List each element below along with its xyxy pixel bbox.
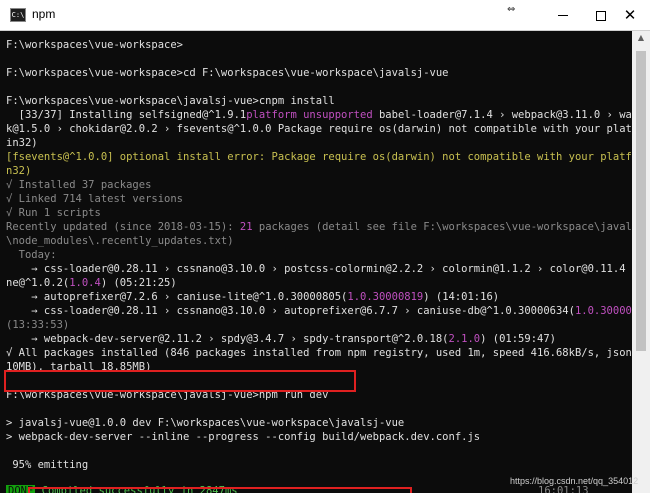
console-line: ne@^1.0.2(1.0.4) (05:21:25) [6, 277, 177, 289]
console-line: in32) [6, 137, 38, 149]
vertical-scrollbar[interactable]: ▲ [632, 31, 650, 493]
console-line: [fsevents@^1.0.0] optional install error… [6, 151, 632, 163]
minimize-button[interactable] [543, 0, 583, 30]
console-line: → css-loader@0.28.11 › cssnano@3.10.0 › … [6, 263, 632, 275]
console-line: 95% emitting [6, 459, 89, 471]
scroll-thumb[interactable] [636, 51, 646, 351]
console-line: [33/37] Installing selfsigned@^1.9.1plat… [6, 109, 632, 121]
console-line: F:\workspaces\vue-workspace\javalsj-vue>… [6, 95, 335, 107]
minimize-icon [558, 15, 568, 16]
scroll-up-icon[interactable]: ▲ [635, 33, 647, 43]
console-line: F:\workspaces\vue-workspace> [6, 39, 184, 51]
console-line: → autoprefixer@7.2.6 › caniuse-lite@^1.0… [6, 291, 500, 303]
npm-run-dev-highlight [4, 370, 356, 392]
console-line: √ Installed 37 packages [6, 179, 152, 191]
console-line: √ Run 1 scripts [6, 207, 101, 219]
console-line: k@1.5.0 › chokidar@2.0.2 › fsevents@^1.0… [6, 123, 632, 135]
output-highlight [28, 487, 412, 493]
console-line: \node_modules\.recently_updates.txt) [6, 235, 234, 247]
maximize-icon [596, 10, 606, 21]
console-line: Today: [6, 249, 57, 261]
console-line: F:\workspaces\vue-workspace>cd F:\worksp… [6, 67, 449, 79]
close-icon: ✕ [623, 6, 637, 24]
watermark: https://blog.csdn.net/qq_354012 [510, 476, 639, 486]
console-line: √ All packages installed (846 packages i… [6, 347, 632, 359]
console-line: (13:33:53) [6, 319, 70, 331]
console-line: > javalsj-vue@1.0.0 dev F:\workspaces\vu… [6, 417, 405, 429]
console-line: > webpack-dev-server --inline --progress… [6, 431, 481, 443]
terminal-window: C:\ npm ⇔ ✕ F:\workspaces\vue-workspace>… [0, 0, 650, 493]
window-title: npm [32, 7, 56, 21]
resize-icon: ⇔ [507, 4, 516, 15]
console-line: Recently updated (since 2018-03-15): 21 … [6, 221, 632, 233]
done-timestamp: 16:01:13 [538, 485, 589, 493]
cmd-icon: C:\ [10, 8, 26, 22]
title-bar[interactable]: C:\ npm ⇔ ✕ [0, 0, 650, 31]
console-line: → webpack-dev-server@2.11.2 › spdy@3.4.7… [6, 333, 556, 345]
console-line: n32) [6, 165, 32, 177]
console-output[interactable]: F:\workspaces\vue-workspace> F:\workspace… [0, 31, 632, 493]
close-button[interactable]: ✕ [610, 0, 650, 30]
console-line: √ Linked 714 latest versions [6, 193, 184, 205]
console-line: → css-loader@0.28.11 › cssnano@3.10.0 › … [6, 305, 632, 317]
